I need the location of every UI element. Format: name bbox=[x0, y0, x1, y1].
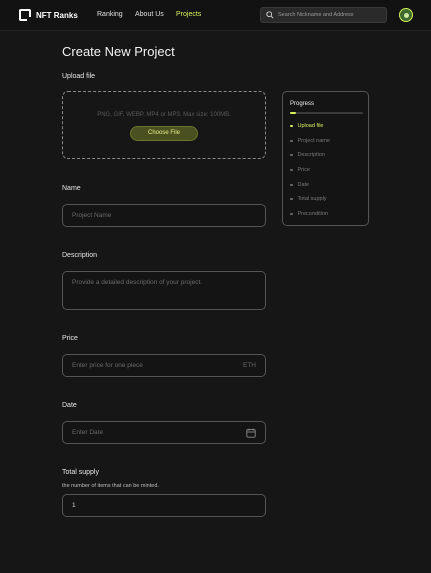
total-supply-label: Total supply bbox=[62, 469, 99, 476]
page-title: Create New Project bbox=[62, 44, 175, 59]
step-label: Date bbox=[297, 182, 310, 188]
price-input[interactable]: Enter price for one piece ETH bbox=[62, 354, 266, 377]
step-label: Description bbox=[297, 152, 326, 158]
progress-step-precondition[interactable]: Precondition bbox=[290, 211, 328, 217]
step-label: Upload file bbox=[297, 123, 324, 129]
total-supply-input[interactable]: 1 bbox=[62, 494, 266, 517]
progress-step-date[interactable]: Date bbox=[290, 182, 309, 188]
search-icon bbox=[266, 11, 274, 19]
total-supply-hint: the number of items that can be minted. bbox=[62, 483, 159, 489]
user-avatar[interactable] bbox=[399, 8, 413, 22]
price-currency-suffix: ETH bbox=[243, 362, 256, 369]
choose-file-button[interactable]: Choose File bbox=[130, 126, 198, 141]
progress-panel: Progress Upload file Project name Descri… bbox=[282, 91, 369, 226]
progress-step-description[interactable]: Description bbox=[290, 152, 325, 158]
step-label: Precondition bbox=[297, 211, 329, 217]
upload-hint: PNG, GIF, WEBP, MP4 or MP3. Max size: 10… bbox=[97, 112, 231, 118]
calendar-icon[interactable] bbox=[246, 428, 256, 438]
step-label: Total supply bbox=[297, 196, 327, 202]
progress-step-upload-file[interactable]: Upload file bbox=[290, 123, 324, 129]
search-placeholder: Search Nickname and Address bbox=[278, 12, 354, 18]
progress-step-project-name[interactable]: Project name bbox=[290, 138, 330, 144]
description-placeholder: Provide a detailed description of your p… bbox=[72, 279, 203, 286]
upload-label: Upload file bbox=[62, 73, 96, 80]
step-dot-icon bbox=[290, 183, 293, 187]
step-dot-icon bbox=[290, 139, 293, 143]
step-label: Price bbox=[297, 167, 311, 173]
description-textarea[interactable]: Provide a detailed description of your p… bbox=[62, 271, 266, 310]
avatar-icon bbox=[403, 12, 409, 18]
project-name-placeholder: Project Name bbox=[72, 212, 112, 219]
progress-title: Progress bbox=[290, 101, 315, 107]
name-label: Name bbox=[62, 185, 81, 192]
step-dot-icon bbox=[290, 197, 293, 201]
price-placeholder: Enter price for one piece bbox=[72, 362, 143, 369]
description-label: Description bbox=[62, 252, 98, 259]
top-navigation-bar: NFT Ranks Ranking About Us Projects Sear… bbox=[0, 0, 431, 31]
nav-about-us[interactable]: About Us bbox=[135, 11, 164, 18]
nav-ranking[interactable]: Ranking bbox=[97, 11, 123, 18]
brand-name: NFT Ranks bbox=[36, 10, 78, 20]
step-dot-icon bbox=[290, 124, 293, 128]
search-input[interactable]: Search Nickname and Address bbox=[260, 7, 387, 23]
step-label: Project name bbox=[297, 138, 330, 144]
date-label: Date bbox=[62, 402, 77, 409]
total-supply-value: 1 bbox=[72, 502, 76, 509]
progress-bar bbox=[290, 112, 363, 114]
progress-bar-fill bbox=[290, 112, 296, 114]
date-placeholder: Enter Date bbox=[72, 429, 104, 436]
project-name-input[interactable]: Project Name bbox=[62, 204, 266, 227]
step-dot-icon bbox=[290, 168, 293, 172]
logo-icon bbox=[19, 9, 32, 22]
brand-logo[interactable]: NFT Ranks bbox=[19, 9, 78, 22]
progress-step-total-supply[interactable]: Total supply bbox=[290, 196, 327, 202]
price-label: Price bbox=[62, 335, 78, 342]
progress-step-price[interactable]: Price bbox=[290, 167, 310, 173]
step-dot-icon bbox=[290, 153, 293, 157]
file-dropzone[interactable]: PNG, GIF, WEBP, MP4 or MP3. Max size: 10… bbox=[62, 91, 266, 159]
nav-projects[interactable]: Projects bbox=[176, 11, 201, 18]
step-dot-icon bbox=[290, 212, 293, 216]
date-input[interactable]: Enter Date bbox=[62, 421, 266, 444]
